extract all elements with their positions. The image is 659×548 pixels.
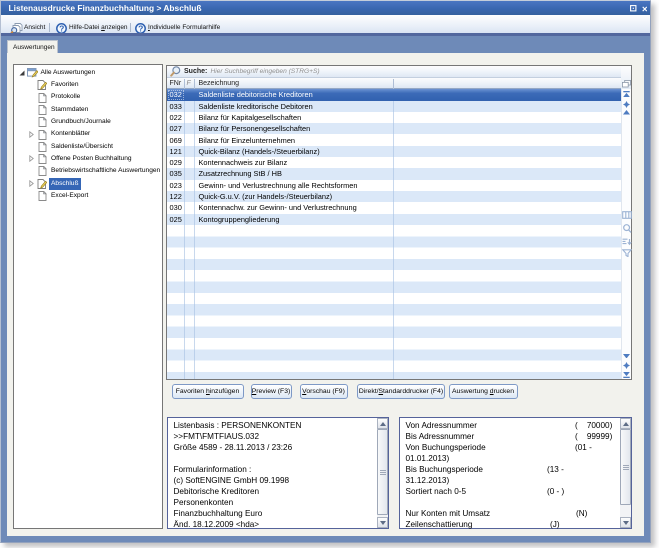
svg-text:?: ? <box>138 23 143 33</box>
svg-text:?: ? <box>59 23 64 33</box>
